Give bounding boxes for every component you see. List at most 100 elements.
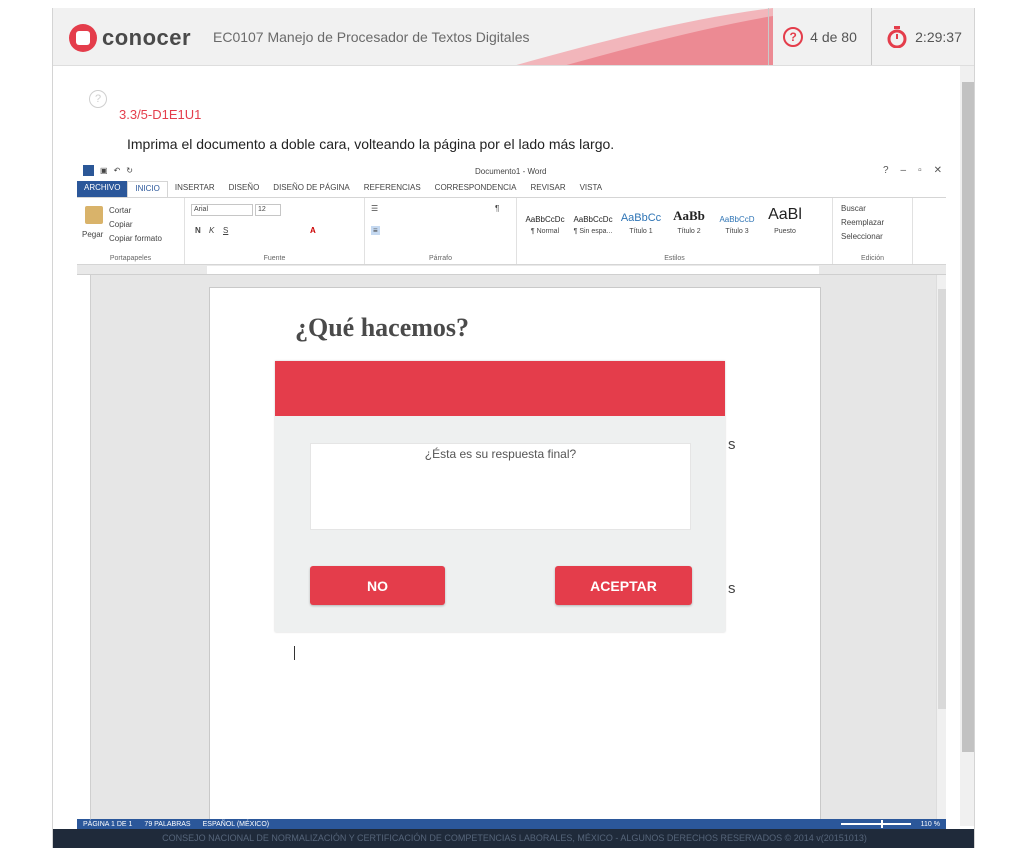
tab-vista[interactable]: VISTA — [573, 181, 610, 197]
page-scrollbar[interactable] — [960, 66, 974, 826]
clipboard-label: Portapapeles — [109, 255, 152, 262]
help-icon[interactable]: ? — [89, 90, 107, 108]
word-status-bar: PÁGINA 1 DE 1 79 PALABRAS ESPAÑOL (MÉXIC… — [77, 819, 946, 829]
replace-button[interactable]: Reemplazar — [841, 218, 884, 227]
tab-insertar[interactable]: INSERTAR — [168, 181, 222, 197]
tab-diseno-pagina[interactable]: DISEÑO DE PÁGINA — [266, 181, 356, 197]
status-language[interactable]: ESPAÑOL (MÉXICO) — [203, 821, 270, 828]
italic-button[interactable]: K — [209, 226, 214, 235]
style-sample: AaBbCcD — [719, 215, 755, 224]
font-size-select[interactable]: 12 — [255, 204, 281, 216]
paste-icon[interactable] — [85, 206, 103, 224]
ribbon-tabs: ARCHIVO INICIO INSERTAR DISEÑO DISEÑO DE… — [77, 181, 609, 197]
status-right: 110 % — [840, 820, 946, 828]
confirm-dialog: ¿Ésta es su respuesta final? NO ACEPTAR — [275, 361, 725, 632]
status-words[interactable]: 79 PALABRAS — [144, 821, 190, 828]
group-editing: Buscar Reemplazar Seleccionar Edición — [833, 198, 913, 264]
exam-title: EC0107 Manejo de Procesador de Textos Di… — [213, 29, 530, 45]
find-button[interactable]: Buscar — [841, 204, 866, 213]
document-text-fragment: s — [728, 436, 736, 453]
copy-button[interactable]: Copiar — [109, 220, 133, 229]
close-icon[interactable]: ✕ — [934, 165, 942, 176]
question-mark-icon: ? — [783, 27, 804, 47]
zoom-slider[interactable] — [840, 820, 911, 828]
group-font: Arial 12 N K S A Fuente — [185, 198, 365, 264]
cut-button[interactable]: Cortar — [109, 206, 131, 215]
footer-copyright: CONSEJO NACIONAL DE NORMALIZACIÓN Y CERT… — [53, 829, 974, 848]
ribbon: Pegar Cortar Copiar Copiar formato Porta… — [77, 197, 946, 265]
word-scrollbar-thumb[interactable] — [938, 289, 946, 709]
no-button[interactable]: NO — [310, 566, 445, 605]
redo-icon[interactable]: ↻ — [126, 166, 133, 175]
style-sin-espaciado[interactable]: AaBbCcDc ¶ Sin espa... — [569, 204, 617, 238]
question-counter[interactable]: ? 4 de 80 — [768, 8, 871, 65]
document-text-fragment: s — [728, 580, 736, 597]
style-titulo-2[interactable]: AaBb Título 2 — [665, 204, 713, 238]
tab-archivo[interactable]: ARCHIVO — [77, 181, 128, 197]
show-marks-button[interactable]: ¶ — [495, 204, 499, 213]
word-app-icon — [83, 165, 94, 176]
style-normal[interactable]: AaBbCcDc ¶ Normal — [521, 204, 569, 238]
stopwatch-icon — [887, 26, 907, 48]
align-left-button[interactable]: ≡ — [371, 226, 380, 235]
word-scrollbar[interactable] — [936, 275, 946, 819]
timer: 2:29:37 — [871, 8, 974, 65]
scrollbar-thumb[interactable] — [962, 82, 974, 752]
tab-correspondencia[interactable]: CORRESPONDENCIA — [428, 181, 524, 197]
style-titulo-1[interactable]: AaBbCc Título 1 — [617, 204, 665, 238]
conocer-logo: conocer — [69, 24, 191, 52]
dialog-header — [275, 361, 725, 416]
restore-icon[interactable]: ▫ — [918, 165, 922, 176]
word-window-title: Documento1 - Word — [475, 167, 547, 176]
style-titulo-3[interactable]: AaBbCcD Título 3 — [713, 204, 761, 238]
tab-diseno[interactable]: DISEÑO — [222, 181, 267, 197]
underline-button[interactable]: S — [223, 226, 228, 235]
quick-access-toolbar: ▣ ↶ ↻ — [83, 165, 133, 176]
status-page[interactable]: PÁGINA 1 DE 1 — [83, 821, 132, 828]
select-button[interactable]: Seleccionar — [841, 232, 883, 241]
tab-inicio[interactable]: INICIO — [127, 181, 168, 197]
horizontal-ruler — [77, 265, 946, 275]
format-painter-button[interactable]: Copiar formato — [109, 234, 162, 243]
accept-button[interactable]: ACEPTAR — [555, 566, 692, 605]
logo-text: conocer — [102, 25, 192, 50]
ruler-text-area — [207, 266, 819, 274]
style-name: ¶ Sin espa... — [573, 228, 613, 235]
group-clipboard: Pegar Cortar Copiar Copiar formato Porta… — [77, 198, 185, 264]
paste-button[interactable]: Pegar — [82, 230, 103, 239]
style-sample: AaBb — [673, 208, 705, 223]
editing-label: Edición — [861, 255, 884, 262]
dialog-message: ¿Ésta es su respuesta final? — [310, 443, 691, 530]
vertical-ruler — [77, 275, 91, 819]
bold-button[interactable]: N — [195, 226, 201, 235]
style-sample: AaBbCcDc — [525, 215, 565, 224]
tab-referencias[interactable]: REFERENCIAS — [357, 181, 428, 197]
word-title-bar: ▣ ↶ ↻ Documento1 - Word ? – ▫ ✕ — [77, 161, 946, 181]
group-paragraph: ☰ ≡ ¶ Párrafo — [365, 198, 517, 264]
question-text: Imprima el documento a doble cara, volte… — [127, 136, 615, 152]
timer-text: 2:29:37 — [915, 29, 962, 45]
exam-header: conocer EC0107 Manejo de Procesador de T… — [53, 8, 974, 66]
style-name: Título 1 — [629, 228, 653, 235]
style-sample: AaBl — [768, 206, 802, 223]
logo-icon — [69, 24, 97, 52]
font-color-button[interactable]: A — [310, 226, 316, 235]
document-heading: ¿Qué hacemos? — [295, 313, 470, 342]
bullets-button[interactable]: ☰ — [371, 204, 378, 213]
style-sample: AaBbCc — [620, 212, 662, 224]
styles-label: Estilos — [664, 255, 685, 262]
minimize-icon[interactable]: – — [901, 165, 907, 176]
style-puesto[interactable]: AaBl Puesto — [761, 204, 809, 238]
style-name: Puesto — [774, 228, 796, 235]
font-label: Fuente — [263, 255, 286, 262]
save-icon[interactable]: ▣ — [100, 166, 108, 175]
zoom-level[interactable]: 110 % — [921, 821, 940, 828]
font-name-select[interactable]: Arial — [191, 204, 253, 216]
question-code: 3.3/5-D1E1U1 — [119, 107, 202, 122]
style-sample: AaBbCcDc — [573, 215, 613, 224]
style-name: Título 3 — [725, 228, 749, 235]
tab-revisar[interactable]: REVISAR — [523, 181, 572, 197]
undo-icon[interactable]: ↶ — [114, 166, 121, 175]
help-icon[interactable]: ? — [883, 165, 889, 176]
style-name: ¶ Normal — [530, 228, 560, 235]
